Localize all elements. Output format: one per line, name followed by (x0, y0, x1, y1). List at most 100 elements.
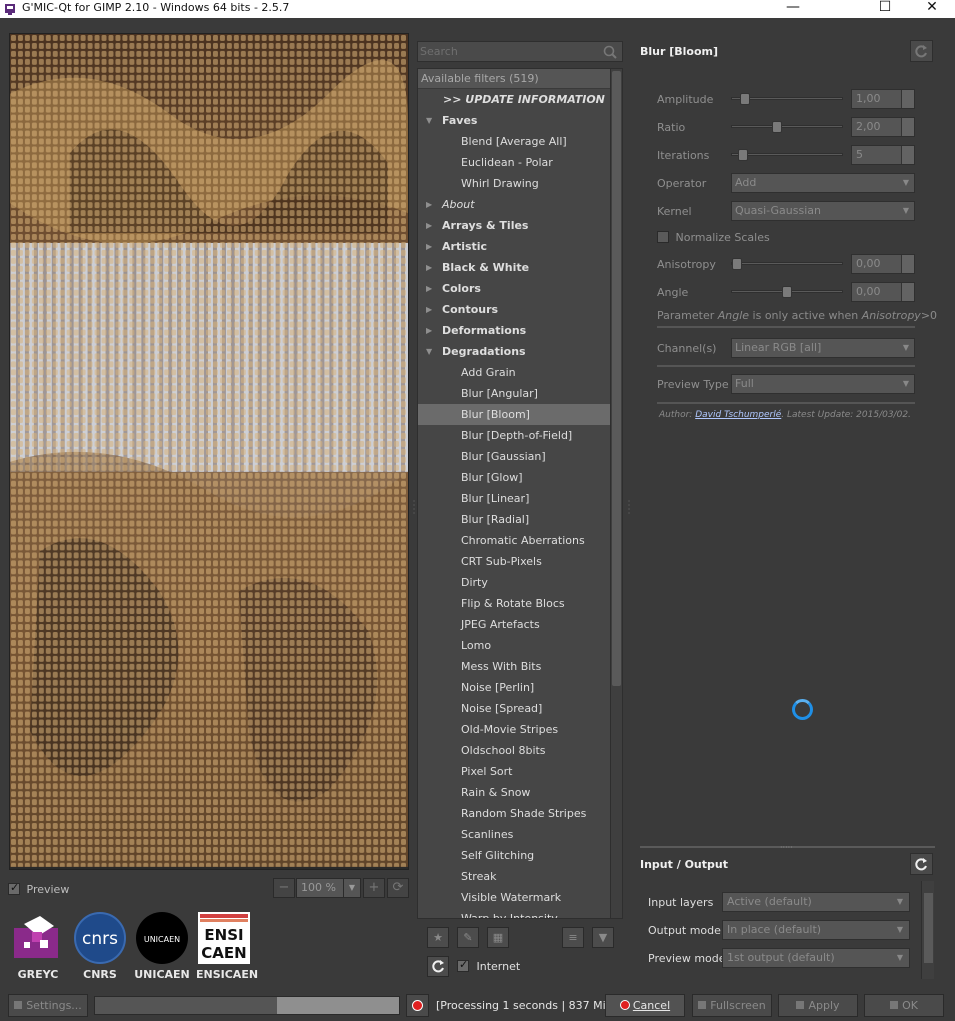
tree-item[interactable]: Noise [Perlin] (418, 677, 611, 698)
io-scrollbar[interactable] (921, 881, 934, 979)
slider-handle[interactable] (738, 149, 748, 161)
preview-mode-combobox[interactable]: 1st output (default) ▼ (722, 948, 910, 968)
tree-item[interactable]: Scanlines (418, 824, 611, 845)
author-link[interactable]: David Tschumperlé (695, 410, 781, 420)
tree-item[interactable]: Chromatic Aberrations (418, 530, 611, 551)
scrollbar-thumb[interactable] (612, 71, 621, 686)
slider-handle[interactable] (740, 93, 750, 105)
zoom-in-button[interactable]: + (363, 878, 385, 898)
zoom-level-field[interactable]: 100 % (296, 878, 344, 898)
tree-item[interactable]: Warp by Intensity (418, 908, 611, 918)
tree-folder-colors[interactable]: ▶ Colors (418, 278, 611, 299)
output-mode-combobox[interactable]: In place (default) ▼ (722, 920, 910, 940)
internet-toggle[interactable]: Internet (457, 958, 520, 975)
tree-folder-contours[interactable]: ▶ Contours (418, 299, 611, 320)
cancel-button[interactable]: Cancel (605, 994, 685, 1017)
maximize-button[interactable]: ☐ (862, 0, 908, 18)
expand-all-icon[interactable]: ▼ (592, 927, 614, 948)
tree-item[interactable]: Oldschool 8bits (418, 740, 611, 761)
spin-arrows-icon[interactable] (901, 118, 914, 136)
tree-folder-artistic[interactable]: ▶ Artistic (418, 236, 611, 257)
preview-checkbox[interactable] (8, 881, 20, 895)
tree-folder-degradations[interactable]: ▼ Degradations (418, 341, 611, 362)
search-input[interactable] (420, 43, 600, 60)
add-fave-icon[interactable]: ★ (427, 927, 449, 948)
scrollbar-thumb[interactable] (924, 893, 933, 963)
tree-item[interactable]: Rain & Snow (418, 782, 611, 803)
spin-arrows-icon[interactable] (901, 255, 914, 273)
angle-slider[interactable] (731, 286, 843, 298)
amplitude-slider[interactable] (731, 93, 843, 105)
zoom-reset-button[interactable]: ⟳ (387, 878, 409, 898)
kernel-combobox[interactable]: Quasi-Gaussian ▼ (731, 201, 915, 221)
slider-handle[interactable] (732, 258, 742, 270)
spin-arrows-icon[interactable] (901, 283, 914, 301)
anisotropy-spinbox[interactable]: 0,00 (851, 254, 915, 274)
collapse-all-icon[interactable]: ≡ (562, 927, 584, 948)
tree-folder-arrays-tiles[interactable]: ▶ Arrays & Tiles (418, 215, 611, 236)
slider-handle[interactable] (772, 121, 782, 133)
ratio-spinbox[interactable]: 2,00 (851, 117, 915, 137)
ok-button[interactable]: OK (864, 994, 944, 1017)
tree-item[interactable]: Flip & Rotate Blocs (418, 593, 611, 614)
ratio-slider[interactable] (731, 121, 843, 133)
io-splitter-handle[interactable]: ····· (780, 844, 800, 852)
iterations-slider[interactable] (731, 149, 843, 161)
preview-canvas[interactable] (9, 33, 409, 870)
zoom-out-button[interactable]: − (273, 878, 295, 898)
iterations-spinbox[interactable]: 5 (851, 145, 915, 165)
slider-handle[interactable] (782, 286, 792, 298)
tree-item[interactable]: Add Grain (418, 362, 611, 383)
angle-spinbox[interactable]: 0,00 (851, 282, 915, 302)
rename-fave-icon[interactable]: ✎ (457, 927, 479, 948)
tree-item[interactable]: Blur [Glow] (418, 467, 611, 488)
abort-button[interactable] (406, 994, 429, 1017)
tree-folder-faves[interactable]: ▼ Faves (418, 110, 611, 131)
input-layers-combobox[interactable]: Active (default) ▼ (722, 892, 910, 912)
reset-params-button[interactable] (910, 40, 933, 62)
anisotropy-slider[interactable] (731, 258, 843, 270)
right-splitter-handle[interactable]: · · · · (627, 498, 631, 520)
close-button[interactable]: ✕ (909, 0, 955, 18)
preview-toggle[interactable]: Preview (8, 881, 69, 898)
normalize-scales-toggle[interactable]: Normalize Scales (657, 230, 770, 244)
apply-button[interactable]: Apply (778, 994, 858, 1017)
tree-item[interactable]: Old-Movie Stripes (418, 719, 611, 740)
tree-item[interactable]: Dirty (418, 572, 611, 593)
tree-folder-deformations[interactable]: ▶ Deformations (418, 320, 611, 341)
minimize-button[interactable]: — (770, 0, 816, 18)
tree-item[interactable]: Mess With Bits (418, 656, 611, 677)
tree-item[interactable]: Blur [Angular] (418, 383, 611, 404)
spin-arrows-icon[interactable] (901, 146, 914, 164)
tree-item[interactable]: JPEG Artefacts (418, 614, 611, 635)
operator-combobox[interactable]: Add ▼ (731, 173, 915, 193)
tree-item[interactable]: Blend [Average All] (418, 131, 611, 152)
io-reset-button[interactable] (910, 853, 933, 875)
settings-button[interactable]: Settings... (8, 994, 88, 1017)
tree-item[interactable]: Euclidean - Polar (418, 152, 611, 173)
tree-item[interactable]: Blur [Depth-of-Field] (418, 425, 611, 446)
zoom-dropdown-arrow[interactable]: ▼ (343, 878, 361, 898)
internet-checkbox[interactable] (457, 958, 469, 972)
tree-item[interactable]: Streak (418, 866, 611, 887)
tree-item[interactable]: Blur [Linear] (418, 488, 611, 509)
tree-item-update-information[interactable]: >> UPDATE INFORMATION (418, 89, 611, 110)
channels-combobox[interactable]: Linear RGB [all] ▼ (731, 338, 915, 358)
tree-item[interactable]: Blur [Gaussian] (418, 446, 611, 467)
amplitude-spinbox[interactable]: 1,00 (851, 89, 915, 109)
tree-item[interactable]: Noise [Spread] (418, 698, 611, 719)
normalize-scales-checkbox[interactable] (657, 231, 669, 243)
preview-type-combobox[interactable]: Full ▼ (731, 374, 915, 394)
tree-item-selected[interactable]: Blur [Bloom] (418, 404, 611, 425)
tree-item[interactable]: Blur [Radial] (418, 509, 611, 530)
remove-fave-icon[interactable]: ▦ (487, 927, 509, 948)
left-splitter-handle[interactable]: · · · · (412, 498, 416, 520)
filter-tree-scrollbar[interactable] (610, 69, 622, 918)
tree-folder-black-white[interactable]: ▶ Black & White (418, 257, 611, 278)
spin-arrows-icon[interactable] (901, 90, 914, 108)
tree-item[interactable]: CRT Sub-Pixels (418, 551, 611, 572)
tree-item[interactable]: Whirl Drawing (418, 173, 611, 194)
tree-item[interactable]: Self Glitching (418, 845, 611, 866)
fullscreen-button[interactable]: Fullscreen (692, 994, 772, 1017)
tree-item[interactable]: Random Shade Stripes (418, 803, 611, 824)
